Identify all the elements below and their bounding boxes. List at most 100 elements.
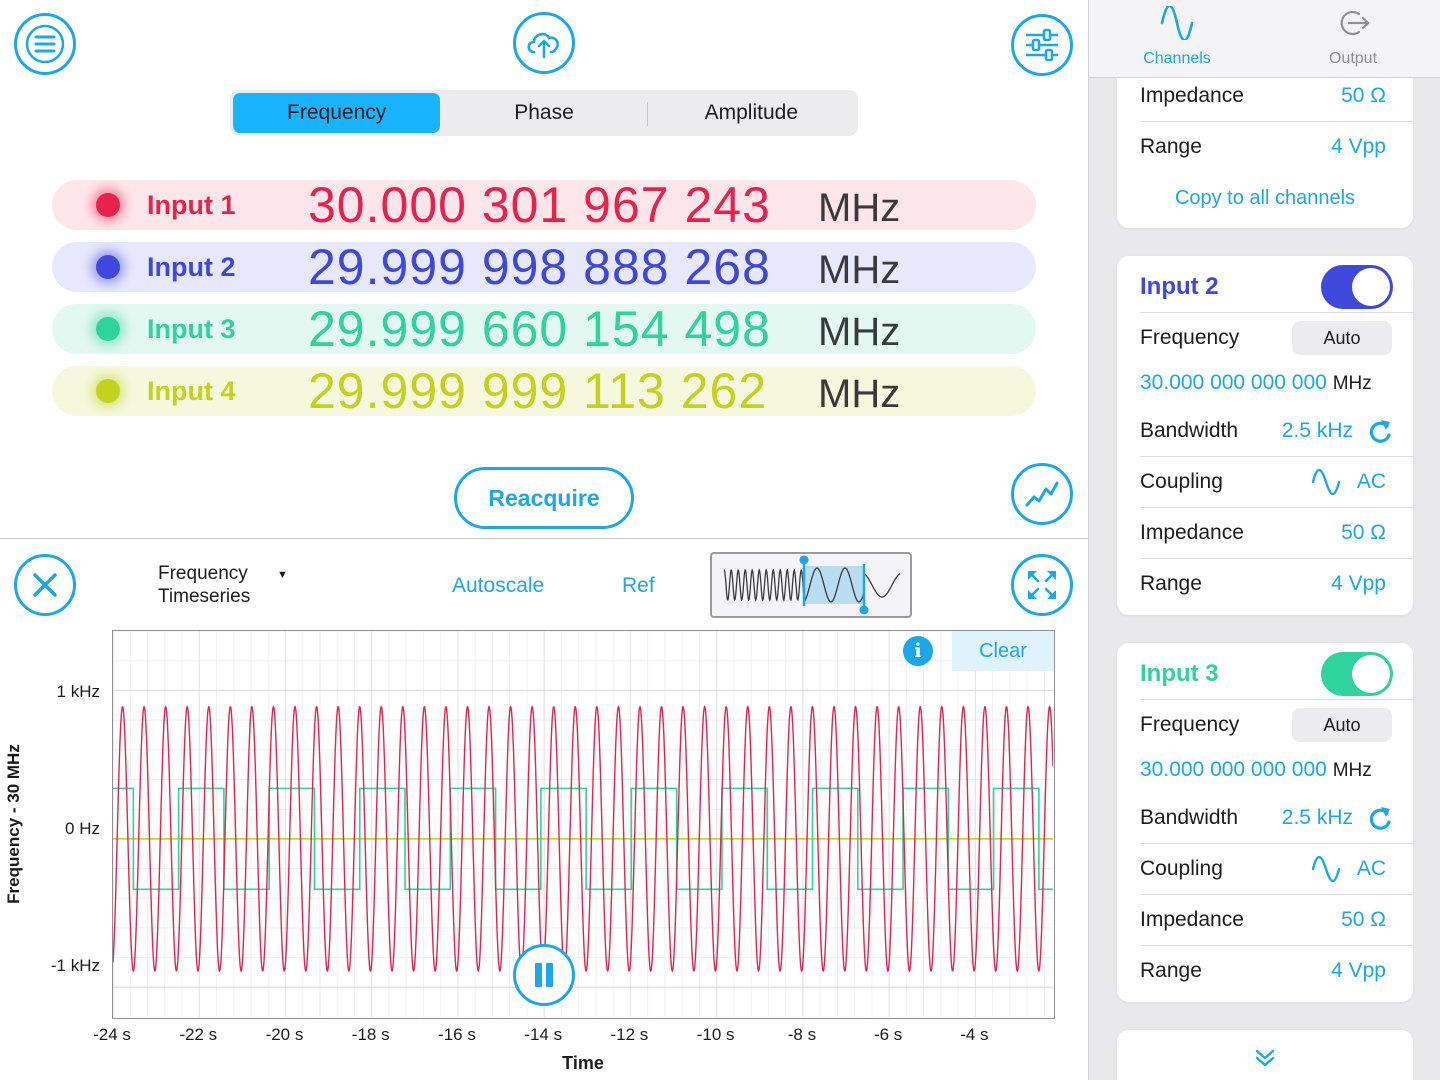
coupling-value: AC [1356,470,1386,493]
input-1-label: Input 1 [147,189,236,220]
autoscale-button[interactable]: Autoscale [452,574,544,598]
bandwidth-row[interactable]: Bandwidth 2.5 kHz [1140,793,1413,844]
input-2-frequency-mode-button[interactable]: Auto [1292,321,1392,355]
input-2-frequency-field[interactable]: 30.000 000 000 000 MHz [1140,371,1372,395]
input-2-enable-toggle[interactable] [1321,265,1393,309]
impedance-row[interactable]: Impedance 50 Ω [1140,508,1413,559]
upload-button[interactable] [513,12,575,74]
settings-button[interactable] [1011,14,1073,76]
tab-channels-label: Channels [1143,50,1211,67]
tab-channels[interactable]: Channels [1089,0,1265,77]
input-4-label: Input 4 [147,375,236,406]
pause-icon [535,963,553,987]
tab-frequency[interactable]: Frequency [233,93,441,133]
menu-button[interactable] [14,13,76,75]
pause-button[interactable] [513,944,575,1006]
x-tick-label: -6 s [873,1025,903,1044]
close-icon [33,573,57,597]
info-button[interactable]: i [903,636,933,666]
range-label: Range [1140,959,1202,982]
input-3-frequency-value: 30.000 000 000 000 [1140,758,1327,781]
range-value: 4 Vpp [1331,135,1386,158]
copy-to-all-channels-button[interactable]: Copy to all channels [1117,187,1413,210]
coupling-label: Coupling [1140,470,1223,493]
tab-amplitude[interactable]: Amplitude [648,93,855,133]
input-2-unit: MHz [818,248,901,292]
divider [1140,312,1413,313]
channels-side-panel: Channels Output Impedance 50 Ω Range 4 V… [1088,0,1440,1080]
input-2-frequency-unit: MHz [1332,373,1372,394]
timeseries-minimap[interactable] [710,552,912,618]
readout-input-2: Input 2 29.999 998 888 268 MHz [52,239,1036,295]
impedance-row[interactable]: Impedance 50 Ω [1140,71,1413,122]
refresh-icon [1369,420,1391,443]
range-row[interactable]: Range 4 Vpp [1140,122,1413,173]
input-3-card-title: Input 3 [1140,660,1219,687]
coupling-row[interactable]: Coupling AC [1140,844,1413,895]
x-tick-label: -12 s [610,1025,649,1044]
refresh-icon [1369,807,1391,830]
input-4-color-dot [96,379,120,403]
bandwidth-label: Bandwidth [1140,419,1239,442]
x-tick-label: -24 s [93,1025,131,1044]
bandwidth-value: 2.5 kHz [1281,419,1353,442]
divider [1140,699,1413,700]
tab-phase[interactable]: Phase [440,93,648,133]
input-3-frequency-label: Frequency [1140,713,1240,736]
toggle-knob [1352,268,1390,306]
main-panel: Frequency Phase Amplitude Input 1 30.000… [0,0,1088,1080]
scroll-down-chevron-icon[interactable] [1254,1047,1276,1069]
reacquire-button[interactable]: Reacquire [454,467,634,529]
input-2-settings-card: Input 2 Frequency Auto 30.000 000 000 00… [1117,256,1413,615]
ac-coupling-icon [1311,856,1341,882]
tab-output[interactable]: Output [1265,0,1440,77]
x-tick-label: -8 s [787,1025,817,1044]
input-2-card-title: Input 2 [1140,273,1219,300]
range-row[interactable]: Range 4 Vpp [1140,559,1413,610]
plot-view-select[interactable]: Frequency Timeseries [158,562,250,608]
x-axis-title: Time [562,1053,604,1073]
range-row[interactable]: Range 4 Vpp [1140,946,1413,997]
range-label: Range [1140,135,1202,158]
input-3-frequency-field[interactable]: 30.000 000 000 000 MHz [1140,758,1372,782]
sine-wave-icon [1160,6,1194,40]
dropdown-caret-icon: ▼ [277,569,288,581]
expand-plot-button[interactable] [1011,554,1073,616]
bandwidth-label: Bandwidth [1140,806,1239,829]
input-3-enable-toggle[interactable] [1321,652,1393,696]
timeseries-plot[interactable]: i Clear [112,630,1055,1019]
input-3-settings-card: Input 3 Frequency Auto 30.000 000 000 00… [1117,643,1413,1002]
range-value: 4 Vpp [1331,959,1386,982]
coupling-row[interactable]: Coupling AC [1140,457,1413,508]
input-2-frequency-value: 30.000 000 000 000 [1140,371,1327,394]
ref-button[interactable]: Ref [622,574,655,598]
clear-button[interactable]: Clear [952,631,1054,671]
input-4-unit: MHz [818,372,901,416]
input-3-unit: MHz [818,310,901,354]
input-3-frequency-unit: MHz [1332,760,1372,781]
section-divider [0,538,1088,539]
range-label: Range [1140,572,1202,595]
bandwidth-row[interactable]: Bandwidth 2.5 kHz [1140,406,1413,457]
x-tick-label: -20 s [265,1025,304,1044]
coupling-value: AC [1356,857,1386,880]
hamburger-icon [25,24,65,64]
close-plot-button[interactable] [14,554,76,616]
input-4-value: 29.999 999 113 262 [308,363,768,419]
x-tick-label: -16 s [438,1025,476,1044]
cloud-upload-icon [527,32,559,59]
impedance-row[interactable]: Impedance 50 Ω [1140,895,1413,946]
readout-input-3: Input 3 29.999 660 154 498 MHz [52,301,1036,357]
sliders-icon [1026,28,1058,62]
trend-button[interactable] [1011,463,1073,525]
input-3-frequency-mode-button[interactable]: Auto [1292,708,1392,742]
input-1-unit: MHz [818,186,901,230]
impedance-label: Impedance [1140,908,1244,931]
input-3-value: 29.999 660 154 498 [308,301,771,357]
y-tick-label: 1 kHz [56,682,100,701]
ac-coupling-icon [1311,469,1341,495]
x-tick-label: -4 s [960,1025,989,1044]
output-arrow-icon [1340,10,1370,36]
mode-segmented-control: Frequency Phase Amplitude [230,90,858,136]
impedance-label: Impedance [1140,84,1244,107]
